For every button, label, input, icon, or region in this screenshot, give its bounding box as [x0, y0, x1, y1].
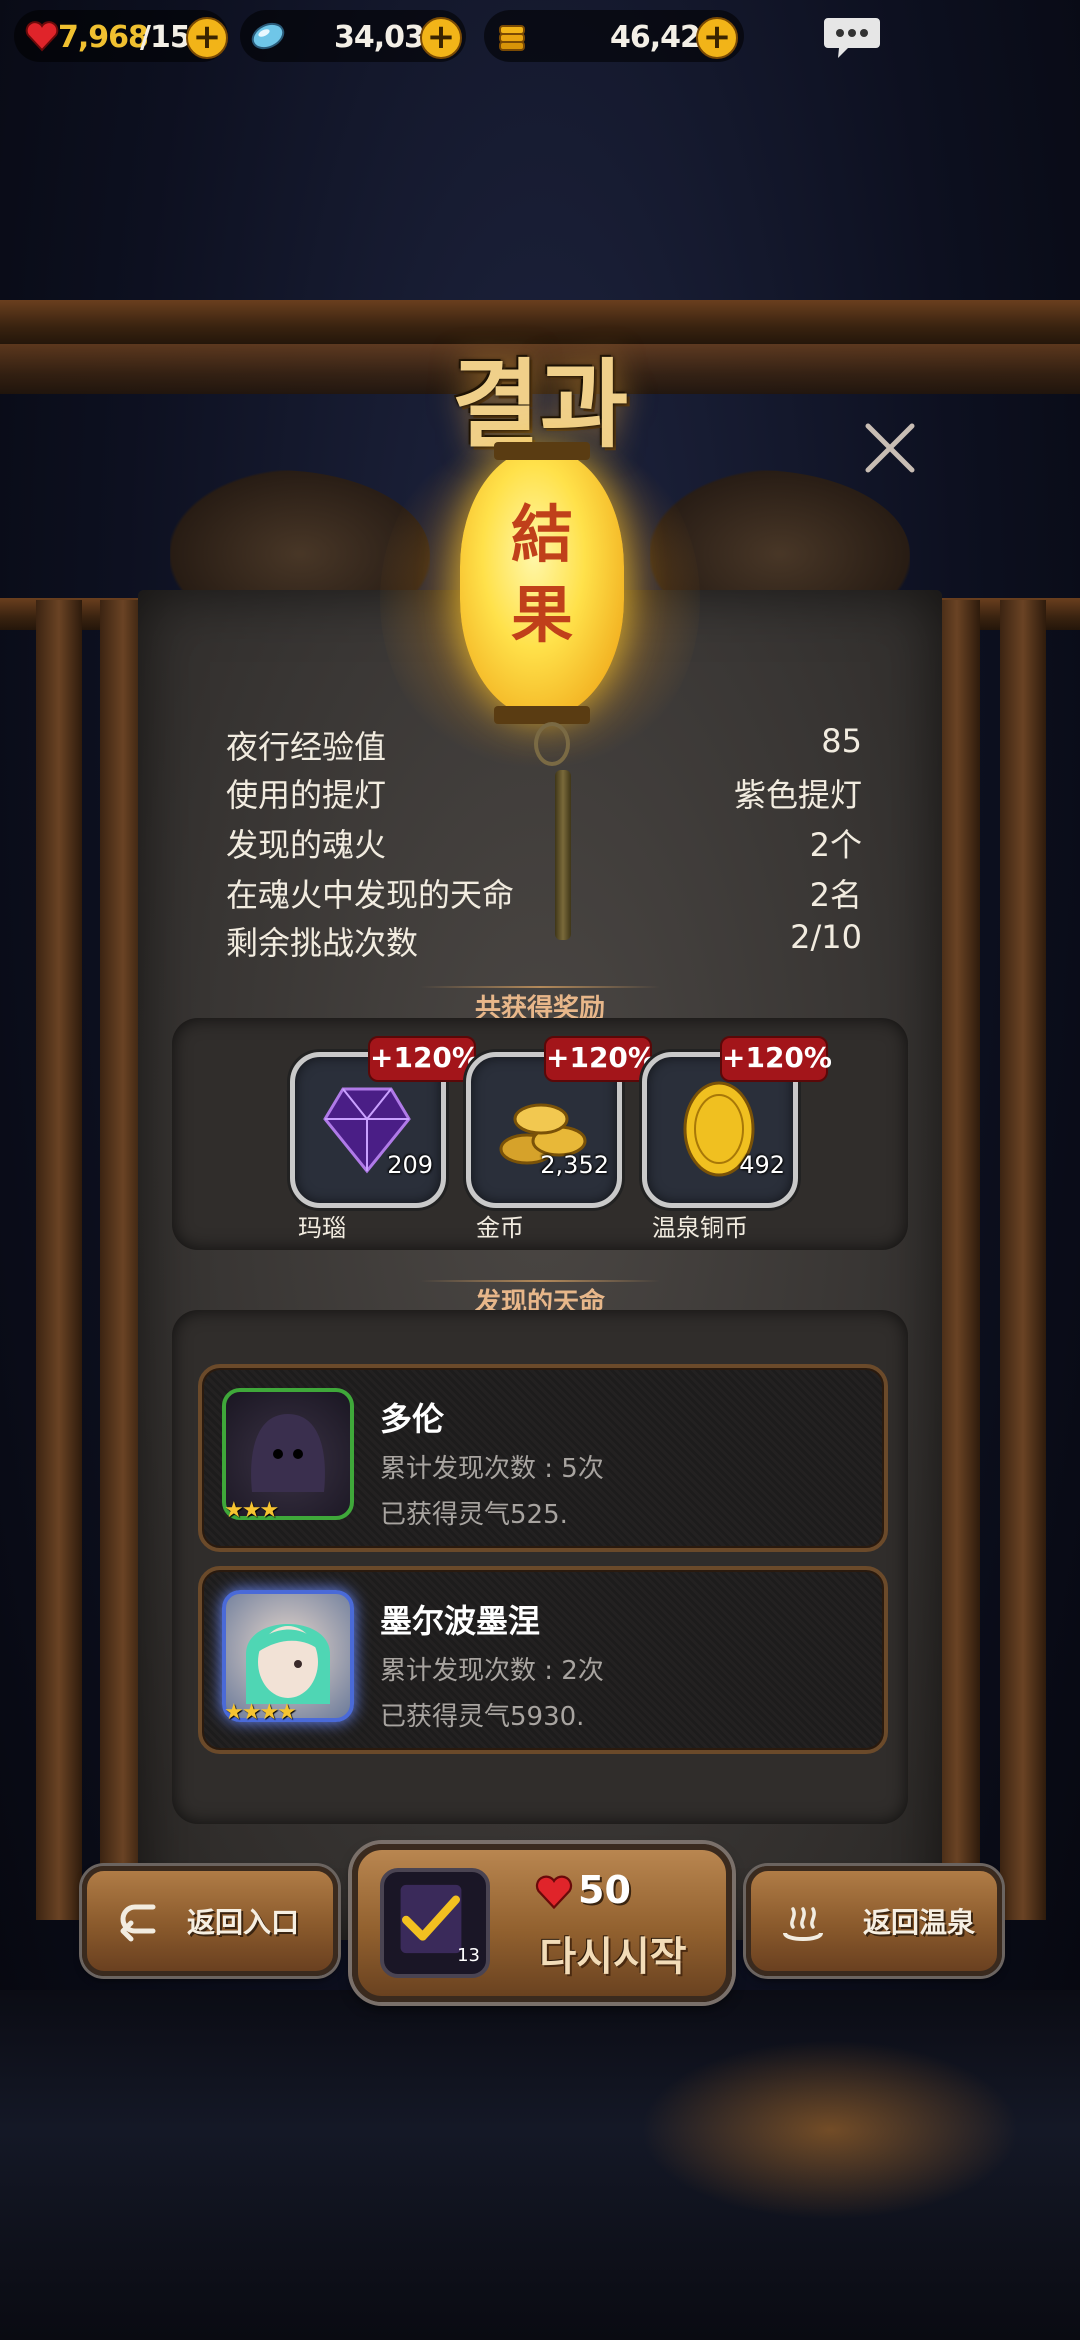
destiny-found-2: 累计发现次数 : 2次 — [380, 1656, 604, 1686]
reward-count-agate: 209 — [387, 1151, 433, 1179]
restart-label: 다시시작 — [539, 1934, 687, 1980]
bonus-badge-gold: +120% — [544, 1036, 656, 1082]
stat-value-destiny: 2名 — [809, 876, 862, 914]
destiny-aura-1: 已获得灵气525. — [380, 1500, 568, 1530]
resource-bar: 7,968 /159 + 34,039 + 46,420 + — [0, 0, 1080, 72]
destiny-stars-2: ★★★★ — [224, 1700, 297, 1725]
reward-count-hotspring-coin: 492 — [739, 1151, 785, 1179]
back-to-entrance-label: 返回入口 — [187, 1906, 300, 1939]
hearts-current: 7,968 — [58, 20, 149, 55]
restart-cost: 50 — [578, 1868, 631, 1912]
bonus-badge-hotspring-coin: +120% — [720, 1036, 832, 1082]
hotspring-icon — [783, 1907, 823, 1941]
stat-value-soulfire: 2个 — [809, 826, 862, 864]
lantern-tassel — [555, 770, 571, 940]
hearts-counter: 7,968 /159 + — [14, 10, 228, 62]
restart-button[interactable]: 13 50 다시시작 — [352, 1844, 732, 2002]
reward-count-gold: 2,352 — [540, 1151, 609, 1179]
roof-beam-top — [0, 300, 1080, 344]
pillar-right-outer — [1000, 600, 1046, 1920]
lantern-char-1: 結 — [510, 498, 573, 571]
back-to-entrance-button[interactable]: 返回入口 — [82, 1866, 338, 1976]
reward-name-gold: 金币 — [476, 1214, 524, 1242]
bonus-badge-agate: +120% — [368, 1036, 480, 1082]
stat-label-exp: 夜行经验值 — [226, 728, 387, 766]
stat-value-remaining: 2/10 — [790, 918, 862, 956]
stat-value-lantern: 紫色提灯 — [733, 776, 862, 814]
lantern-cap-bottom — [494, 706, 590, 724]
back-to-hotspring-button[interactable]: 返回温泉 — [746, 1866, 1002, 1976]
lantern-icon: 結 果 — [460, 442, 624, 724]
tassel-ring — [534, 722, 570, 766]
destiny-found-1: 累计发现次数 : 5次 — [380, 1454, 604, 1484]
lamp-count: 13 — [457, 1945, 480, 1966]
destiny-card-1[interactable]: ★★★ 多伦 累计发现次数 : 5次 已获得灵气525. — [198, 1364, 888, 1552]
close-icon[interactable] — [862, 420, 918, 476]
gem-icon — [251, 22, 285, 50]
stat-label-lantern: 使用的提灯 — [226, 776, 387, 814]
heart-icon — [535, 1875, 573, 1910]
return-arrow-icon — [120, 1904, 156, 1942]
add-hearts-button[interactable]: + — [186, 17, 228, 59]
coin-icon — [499, 25, 525, 51]
stat-label-soulfire: 发现的魂火 — [226, 826, 387, 864]
destiny-name-1: 多伦 — [380, 1400, 445, 1438]
reward-name-hotspring-coin: 温泉铜币 — [652, 1214, 748, 1242]
destiny-name-2: 墨尔波墨涅 — [380, 1602, 541, 1640]
heart-icon — [25, 21, 59, 52]
stat-label-destiny: 在魂火中发现的天命 — [226, 876, 515, 914]
reward-name-agate: 玛瑙 — [298, 1214, 346, 1242]
chat-bubble-icon[interactable] — [822, 16, 882, 60]
destiny-card-2[interactable]: ★★★★ 墨尔波墨涅 累计发现次数 : 2次 已获得灵气5930. — [198, 1566, 888, 1754]
pillar-left-outer — [36, 600, 82, 1920]
add-gems-button[interactable]: + — [420, 17, 462, 59]
destiny-stars-1: ★★★ — [224, 1498, 279, 1523]
lantern-cap-top — [494, 442, 590, 460]
destiny-aura-2: 已获得灵气5930. — [380, 1702, 585, 1732]
gems-counter: 34,039 + — [240, 10, 466, 62]
lantern-char-2: 果 — [510, 578, 573, 651]
stat-label-remaining: 剩余挑战次数 — [226, 924, 419, 962]
coins-counter: 46,420 + — [484, 10, 744, 62]
add-coins-button[interactable]: + — [696, 17, 738, 59]
purple-lantern-slot: 13 — [380, 1868, 490, 1978]
lantern-reflection — [640, 2040, 1020, 2220]
stat-value-exp: 85 — [821, 722, 862, 760]
back-to-hotspring-label: 返回温泉 — [863, 1906, 976, 1939]
